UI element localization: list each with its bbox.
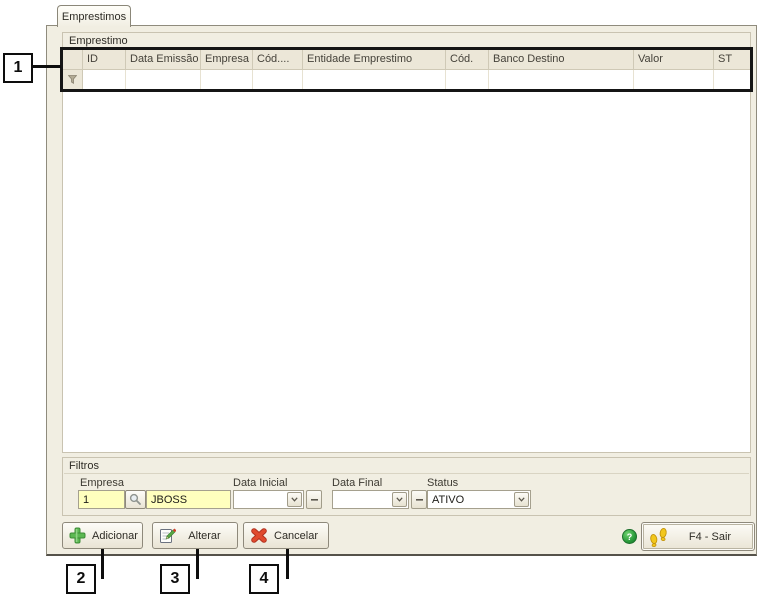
cancelar-button[interactable]: Cancelar	[243, 522, 329, 549]
grid-header-row: ID Data Emissão Empresa Cód.... Entidade…	[63, 50, 750, 70]
callout-1-number: 1	[14, 59, 23, 77]
chevron-down-icon	[518, 497, 525, 502]
green-plus-icon	[69, 527, 86, 544]
filtros-caption-rule	[64, 473, 749, 474]
grid-col-st[interactable]: ST	[714, 50, 750, 70]
grid-col-indicator[interactable]	[63, 50, 83, 70]
data-inicial-dropdown-button[interactable]	[287, 492, 302, 507]
grid-col-cod1[interactable]: Cód....	[253, 50, 303, 70]
alterar-button[interactable]: Alterar	[152, 522, 238, 549]
status-dropdown-button[interactable]	[514, 492, 529, 507]
callout-3-line	[196, 549, 199, 579]
grid-header-highlight: ID Data Emissão Empresa Cód.... Entidade…	[60, 47, 753, 92]
filter-cell[interactable]	[253, 70, 303, 89]
callout-4-number: 4	[260, 570, 269, 588]
emprestimo-group-caption: Emprestimo	[69, 35, 128, 47]
chevron-down-icon	[291, 497, 298, 502]
callout-3: 3	[160, 564, 190, 594]
minus-icon	[311, 499, 318, 501]
alterar-label: Alterar	[182, 530, 237, 542]
grid-col-empresa[interactable]: Empresa	[201, 50, 253, 70]
adicionar-label: Adicionar	[92, 530, 148, 542]
data-final-clear-button[interactable]	[411, 490, 427, 509]
filtros-group-caption: Filtros	[69, 460, 99, 472]
tab-emprestimos[interactable]: Emprestimos	[57, 5, 131, 27]
sair-label: F4 - Sair	[676, 531, 754, 543]
status-value: ATIVO	[432, 494, 464, 506]
data-inicial-clear-button[interactable]	[306, 490, 322, 509]
empresa-lookup-button[interactable]	[125, 490, 146, 509]
notepad-pencil-icon	[159, 527, 176, 544]
filter-cell[interactable]	[446, 70, 489, 89]
green-question-icon: ?	[627, 532, 633, 542]
magnifier-icon	[129, 493, 142, 506]
callout-4: 4	[249, 564, 279, 594]
empresa-name-input[interactable]: JBOSS	[146, 490, 231, 509]
red-x-icon	[250, 527, 268, 544]
status-select[interactable]: ATIVO	[427, 490, 531, 509]
minus-icon	[416, 499, 423, 501]
data-final-label: Data Final	[332, 477, 382, 489]
callout-1: 1	[3, 53, 33, 83]
empresa-label: Empresa	[80, 477, 124, 489]
grid-col-entidade[interactable]: Entidade Emprestimo	[303, 50, 446, 70]
funnel-filter-icon[interactable]	[63, 70, 83, 89]
tab-label: Emprestimos	[62, 11, 126, 23]
filter-cell[interactable]	[126, 70, 201, 89]
chevron-down-icon	[396, 497, 403, 502]
filter-cell[interactable]	[201, 70, 253, 89]
callout-4-line	[286, 549, 289, 579]
footprints-icon	[648, 526, 670, 548]
adicionar-button[interactable]: Adicionar	[62, 522, 143, 549]
data-final-dropdown-button[interactable]	[392, 492, 407, 507]
filter-cell[interactable]	[714, 70, 750, 89]
grid-col-cod2[interactable]: Cód.	[446, 50, 489, 70]
filter-cell[interactable]	[634, 70, 714, 89]
empresa-code-input[interactable]: 1	[78, 490, 125, 509]
sair-button[interactable]: F4 - Sair	[641, 522, 755, 551]
data-inicial-input[interactable]	[233, 490, 304, 509]
filter-cell[interactable]	[303, 70, 446, 89]
callout-2-line	[101, 549, 104, 579]
status-label: Status	[427, 477, 458, 489]
grid-col-banco-destino[interactable]: Banco Destino	[489, 50, 634, 70]
data-final-input[interactable]	[332, 490, 409, 509]
callout-2-number: 2	[77, 570, 86, 588]
grid-filter-row[interactable]	[63, 70, 750, 89]
loans-grid-body[interactable]	[63, 48, 750, 452]
filter-cell[interactable]	[489, 70, 634, 89]
cancelar-label: Cancelar	[274, 530, 328, 542]
filter-cell[interactable]	[83, 70, 126, 89]
callout-3-number: 3	[171, 570, 180, 588]
data-inicial-label: Data Inicial	[233, 477, 287, 489]
grid-col-valor[interactable]: Valor	[634, 50, 714, 70]
callout-2: 2	[66, 564, 96, 594]
grid-col-id[interactable]: ID	[83, 50, 126, 70]
callout-1-line	[33, 65, 61, 68]
grid-col-data-emissao[interactable]: Data Emissão	[126, 50, 201, 70]
help-button[interactable]: ?	[622, 529, 637, 544]
app-window: Emprestimos Emprestimo ID Data Emissão E…	[0, 0, 764, 600]
